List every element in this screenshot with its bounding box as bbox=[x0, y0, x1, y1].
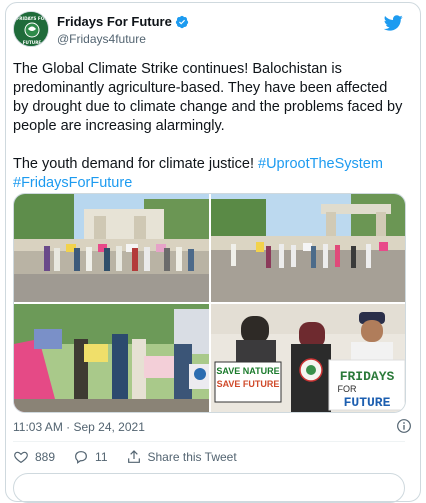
photo-protesters-with-signs[interactable] bbox=[14, 304, 209, 412]
tweet-paragraph-2: The youth demand for climate justice! #U… bbox=[13, 155, 405, 193]
photo-protest-gate-right[interactable] bbox=[211, 194, 405, 302]
reply-count: 11 bbox=[95, 450, 108, 464]
photo-protest-gate-left[interactable] bbox=[14, 194, 209, 302]
tweet-paragraph-2-text: The youth demand for climate justice! bbox=[13, 156, 259, 172]
heart-icon bbox=[14, 451, 28, 464]
tweet-text: The Global Climate Strike continues! Bal… bbox=[13, 60, 405, 193]
hashtag-uproot-the-system[interactable]: #UprootTheSystem bbox=[258, 156, 383, 172]
author-name[interactable]: Fridays For Future bbox=[57, 14, 172, 29]
author-name-row: Fridays For Future bbox=[57, 14, 189, 29]
like-button[interactable]: 889 bbox=[13, 449, 55, 465]
tweet-actions: 889 11 Share this Tweet bbox=[13, 449, 255, 465]
tweet-timestamp[interactable]: 11:03 AM · Sep 24, 2021 bbox=[13, 420, 145, 434]
info-icon[interactable] bbox=[396, 418, 412, 434]
hashtag-fridays-for-future[interactable]: #FridaysForFuture bbox=[13, 175, 132, 191]
svg-text:SAVE FUTURE: SAVE FUTURE bbox=[217, 379, 280, 389]
media-grid: SAVE NATURE SAVE FUTURE FRIDAYS FOR FUTU… bbox=[13, 193, 406, 413]
share-icon bbox=[127, 450, 140, 463]
like-count: 889 bbox=[35, 450, 56, 464]
actions-divider bbox=[13, 441, 405, 442]
share-button[interactable]: Share this Tweet bbox=[126, 449, 237, 465]
avatar[interactable]: FRIDAYS FOR FUTURE bbox=[13, 11, 49, 47]
svg-text:FUTURE: FUTURE bbox=[23, 40, 42, 45]
tweet-paragraph-1: The Global Climate Strike continues! Bal… bbox=[13, 61, 403, 134]
twitter-bird-icon[interactable] bbox=[383, 13, 403, 33]
svg-text:FOR: FOR bbox=[338, 384, 357, 394]
share-label: Share this Tweet bbox=[147, 450, 237, 464]
svg-text:FUTURE: FUTURE bbox=[344, 395, 391, 410]
author-handle[interactable]: @Fridays4future bbox=[57, 32, 146, 46]
tweet-header: FRIDAYS FOR FUTURE Fridays For Future @F… bbox=[13, 11, 403, 55]
photo-fridays-for-future-signs[interactable]: SAVE NATURE SAVE FUTURE FRIDAYS FOR FUTU… bbox=[211, 304, 405, 412]
verified-badge-icon bbox=[175, 15, 188, 28]
reply-icon bbox=[75, 451, 87, 464]
fridays-for-future-logo: FRIDAYS FOR FUTURE bbox=[14, 12, 48, 46]
reply-button[interactable]: 11 bbox=[73, 449, 108, 465]
svg-text:FRIDAYS FOR: FRIDAYS FOR bbox=[16, 16, 48, 21]
svg-text:SAVE NATURE: SAVE NATURE bbox=[216, 366, 279, 376]
read-replies-button[interactable] bbox=[13, 473, 405, 503]
svg-text:FRIDAYS: FRIDAYS bbox=[340, 369, 395, 384]
